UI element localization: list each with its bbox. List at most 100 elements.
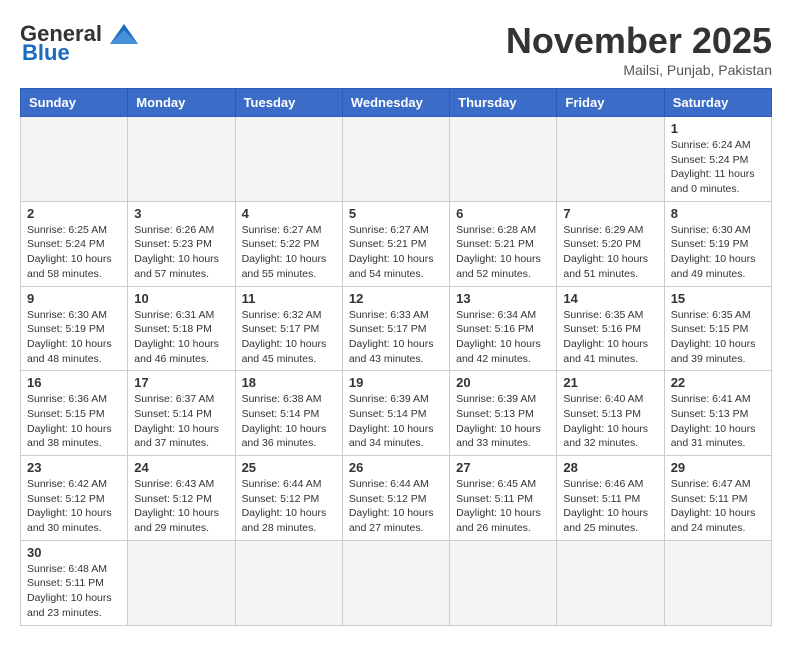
- day-number: 29: [671, 460, 765, 475]
- calendar-cell: 27Sunrise: 6:45 AMSunset: 5:11 PMDayligh…: [450, 456, 557, 541]
- day-info: Sunrise: 6:36 AMSunset: 5:15 PMDaylight:…: [27, 392, 121, 451]
- calendar-cell: 6Sunrise: 6:28 AMSunset: 5:21 PMDaylight…: [450, 201, 557, 286]
- day-info: Sunrise: 6:44 AMSunset: 5:12 PMDaylight:…: [242, 477, 336, 536]
- day-number: 11: [242, 291, 336, 306]
- day-info: Sunrise: 6:47 AMSunset: 5:11 PMDaylight:…: [671, 477, 765, 536]
- logo-icon: [106, 20, 142, 48]
- calendar-cell: 26Sunrise: 6:44 AMSunset: 5:12 PMDayligh…: [342, 456, 449, 541]
- calendar-cell: 12Sunrise: 6:33 AMSunset: 5:17 PMDayligh…: [342, 286, 449, 371]
- calendar-cell: [450, 540, 557, 625]
- day-info: Sunrise: 6:24 AMSunset: 5:24 PMDaylight:…: [671, 138, 765, 197]
- calendar-day-header: Friday: [557, 89, 664, 117]
- day-number: 10: [134, 291, 228, 306]
- day-info: Sunrise: 6:42 AMSunset: 5:12 PMDaylight:…: [27, 477, 121, 536]
- day-number: 17: [134, 375, 228, 390]
- day-number: 13: [456, 291, 550, 306]
- calendar-day-header: Sunday: [21, 89, 128, 117]
- day-info: Sunrise: 6:32 AMSunset: 5:17 PMDaylight:…: [242, 308, 336, 367]
- calendar-cell: 22 Sunrise: 6:41 AMSunset: 5:13 PMDayligh…: [664, 371, 771, 456]
- day-info: Sunrise: 6:27 AMSunset: 5:21 PMDaylight:…: [349, 223, 443, 282]
- logo: General Blue: [20, 20, 142, 66]
- day-info: Sunrise: 6:43 AMSunset: 5:12 PMDaylight:…: [134, 477, 228, 536]
- calendar-cell: 23 Sunrise: 6:42 AMSunset: 5:12 PMDayligh…: [21, 456, 128, 541]
- calendar-cell: 3 Sunrise: 6:26 AMSunset: 5:23 PMDaylight…: [128, 201, 235, 286]
- day-number: 25: [242, 460, 336, 475]
- calendar-cell: [342, 540, 449, 625]
- day-number: 28: [563, 460, 657, 475]
- calendar-cell: [235, 540, 342, 625]
- calendar-cell: 2 Sunrise: 6:25 AMSunset: 5:24 PMDaylight…: [21, 201, 128, 286]
- day-number: 19: [349, 375, 443, 390]
- day-info: Sunrise: 6:33 AMSunset: 5:17 PMDaylight:…: [349, 308, 443, 367]
- day-info: Sunrise: 6:38 AMSunset: 5:14 PMDaylight:…: [242, 392, 336, 451]
- month-title: November 2025: [506, 20, 772, 62]
- calendar-cell: 20 Sunrise: 6:39 AMSunset: 5:13 PMDayligh…: [450, 371, 557, 456]
- calendar-cell: [450, 117, 557, 202]
- day-number: 16: [27, 375, 121, 390]
- calendar-cell: 18 Sunrise: 6:38 AMSunset: 5:14 PMDayligh…: [235, 371, 342, 456]
- calendar-cell: 14 Sunrise: 6:35 AMSunset: 5:16 PMDayligh…: [557, 286, 664, 371]
- calendar-cell: [664, 540, 771, 625]
- calendar-cell: 15Sunrise: 6:35 AMSunset: 5:15 PMDayligh…: [664, 286, 771, 371]
- day-number: 4: [242, 206, 336, 221]
- calendar-table: SundayMondayTuesdayWednesdayThursdayFrid…: [20, 88, 772, 626]
- calendar-cell: 16 Sunrise: 6:36 AMSunset: 5:15 PMDayligh…: [21, 371, 128, 456]
- calendar-cell: 24 Sunrise: 6:43 AMSunset: 5:12 PMDayligh…: [128, 456, 235, 541]
- calendar-cell: 17 Sunrise: 6:37 AMSunset: 5:14 PMDayligh…: [128, 371, 235, 456]
- calendar-day-header: Saturday: [664, 89, 771, 117]
- day-info: Sunrise: 6:45 AMSunset: 5:11 PMDaylight:…: [456, 477, 550, 536]
- day-number: 22: [671, 375, 765, 390]
- day-number: 14: [563, 291, 657, 306]
- calendar-day-header: Thursday: [450, 89, 557, 117]
- day-info: Sunrise: 6:39 AMSunset: 5:14 PMDaylight:…: [349, 392, 443, 451]
- day-info: Sunrise: 6:35 AMSunset: 5:16 PMDaylight:…: [563, 308, 657, 367]
- day-number: 3: [134, 206, 228, 221]
- calendar-day-header: Monday: [128, 89, 235, 117]
- day-number: 21: [563, 375, 657, 390]
- day-info: Sunrise: 6:25 AMSunset: 5:24 PMDaylight:…: [27, 223, 121, 282]
- calendar-cell: 28Sunrise: 6:46 AMSunset: 5:11 PMDayligh…: [557, 456, 664, 541]
- day-info: Sunrise: 6:37 AMSunset: 5:14 PMDaylight:…: [134, 392, 228, 451]
- day-number: 7: [563, 206, 657, 221]
- day-number: 24: [134, 460, 228, 475]
- calendar-cell: 8Sunrise: 6:30 AMSunset: 5:19 PMDaylight…: [664, 201, 771, 286]
- day-info: Sunrise: 6:39 AMSunset: 5:13 PMDaylight:…: [456, 392, 550, 451]
- calendar-week-row: 30Sunrise: 6:48 AMSunset: 5:11 PMDayligh…: [21, 540, 772, 625]
- day-number: 2: [27, 206, 121, 221]
- day-number: 9: [27, 291, 121, 306]
- calendar-week-row: 16 Sunrise: 6:36 AMSunset: 5:15 PMDayligh…: [21, 371, 772, 456]
- day-number: 23: [27, 460, 121, 475]
- day-number: 26: [349, 460, 443, 475]
- calendar-cell: 21 Sunrise: 6:40 AMSunset: 5:13 PMDayligh…: [557, 371, 664, 456]
- calendar-week-row: 1 Sunrise: 6:24 AMSunset: 5:24 PMDaylight…: [21, 117, 772, 202]
- day-number: 30: [27, 545, 121, 560]
- day-info: Sunrise: 6:40 AMSunset: 5:13 PMDaylight:…: [563, 392, 657, 451]
- calendar-day-header: Wednesday: [342, 89, 449, 117]
- calendar-cell: [128, 540, 235, 625]
- day-number: 15: [671, 291, 765, 306]
- day-number: 18: [242, 375, 336, 390]
- calendar-cell: 7Sunrise: 6:29 AMSunset: 5:20 PMDaylight…: [557, 201, 664, 286]
- day-info: Sunrise: 6:30 AMSunset: 5:19 PMDaylight:…: [671, 223, 765, 282]
- calendar-cell: 1 Sunrise: 6:24 AMSunset: 5:24 PMDaylight…: [664, 117, 771, 202]
- location-subtitle: Mailsi, Punjab, Pakistan: [506, 62, 772, 78]
- logo-blue-text: Blue: [22, 40, 70, 66]
- calendar-cell: 29 Sunrise: 6:47 AMSunset: 5:11 PMDayligh…: [664, 456, 771, 541]
- calendar-cell: [128, 117, 235, 202]
- calendar-cell: [557, 117, 664, 202]
- calendar-cell: 25 Sunrise: 6:44 AMSunset: 5:12 PMDayligh…: [235, 456, 342, 541]
- day-info: Sunrise: 6:41 AMSunset: 5:13 PMDaylight:…: [671, 392, 765, 451]
- day-info: Sunrise: 6:30 AMSunset: 5:19 PMDaylight:…: [27, 308, 121, 367]
- calendar-cell: 13Sunrise: 6:34 AMSunset: 5:16 PMDayligh…: [450, 286, 557, 371]
- calendar-week-row: 2 Sunrise: 6:25 AMSunset: 5:24 PMDaylight…: [21, 201, 772, 286]
- day-info: Sunrise: 6:26 AMSunset: 5:23 PMDaylight:…: [134, 223, 228, 282]
- page-header: General Blue November 2025 Mailsi, Punja…: [20, 20, 772, 78]
- day-number: 20: [456, 375, 550, 390]
- calendar-week-row: 23 Sunrise: 6:42 AMSunset: 5:12 PMDayligh…: [21, 456, 772, 541]
- calendar-cell: 19 Sunrise: 6:39 AMSunset: 5:14 PMDayligh…: [342, 371, 449, 456]
- calendar-cell: 5Sunrise: 6:27 AMSunset: 5:21 PMDaylight…: [342, 201, 449, 286]
- day-info: Sunrise: 6:28 AMSunset: 5:21 PMDaylight:…: [456, 223, 550, 282]
- day-number: 1: [671, 121, 765, 136]
- day-info: Sunrise: 6:27 AMSunset: 5:22 PMDaylight:…: [242, 223, 336, 282]
- calendar-cell: 10Sunrise: 6:31 AMSunset: 5:18 PMDayligh…: [128, 286, 235, 371]
